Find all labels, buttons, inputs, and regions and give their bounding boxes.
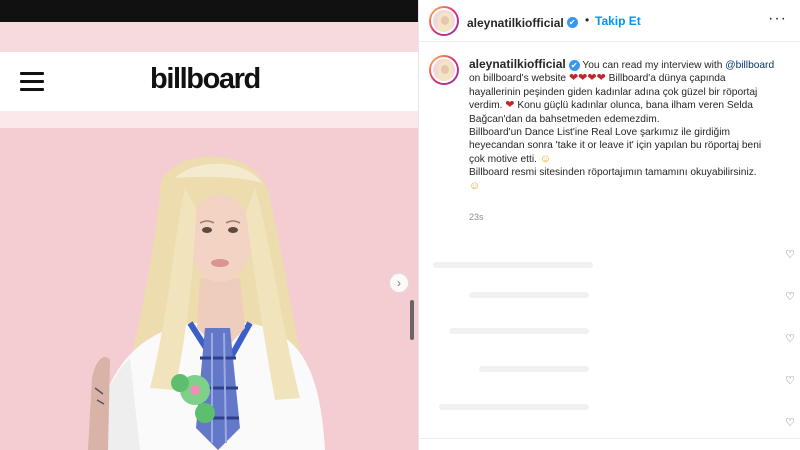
caption-text: Bağcan'dan da bahsetmeden edemezdim. [469,113,660,125]
verified-badge-icon: ✔ [566,17,578,29]
smile-emoji-icon: ☺ [469,179,481,192]
header-gap [0,112,418,128]
post-panel: aleynatilkiofficial ✔ • Takip Et ··· aley… [418,0,800,450]
like-comment-icon[interactable]: ♡ [785,332,795,345]
caption-text: çok motive etti. [469,153,537,165]
post-header: aleynatilkiofficial ✔ • Takip Et ··· [419,0,800,42]
caption-text: hayallerinin peşinden giden kadınlar adı… [469,86,758,98]
username-link[interactable]: aleynatilkiofficial ✔ [467,14,578,32]
caption-text: Konu güçlü kadınlar olunca, bana ilham v… [517,100,753,112]
billboard-logo: billboard [150,63,261,95]
post-media[interactable]: billboard › [0,0,418,450]
blurred-comment [439,404,589,410]
like-comment-icon[interactable]: ♡ [785,416,795,429]
caption-text: on billboard's website [469,73,567,85]
blurred-comment [479,366,589,372]
billboard-header: billboard [0,52,418,112]
caption-text: You can read my interview with [582,60,723,71]
portrait-illustration [0,128,418,450]
comments-list: ♡ ♡ ♡ ♡ ♡ [419,236,800,436]
post-caption: aleynatilkiofficial ✔ You can read my int… [469,57,794,193]
caption-text: verdim. [469,100,503,112]
like-comment-icon[interactable]: ♡ [785,248,795,261]
divider [419,438,800,439]
hamburger-menu-icon[interactable] [20,72,44,92]
caption-text: Billboard'a dünya çapında [608,73,726,85]
heart-emoji-icon: ❤❤❤❤ [568,72,606,85]
caption-avatar[interactable] [429,55,459,85]
blurred-comment [469,292,589,298]
more-options-icon[interactable]: ··· [768,10,787,28]
verified-badge-icon: ✔ [568,59,580,71]
pink-band [0,22,418,52]
heart-emoji-icon: ❤ [505,99,515,112]
like-comment-icon[interactable]: ♡ [785,374,795,387]
blurred-comment [433,262,593,268]
chevron-right-icon: › [397,276,401,290]
post-timestamp[interactable]: 23s [469,212,484,222]
follow-button[interactable]: Takip Et [595,14,641,28]
blurred-comment [449,328,589,334]
next-image-button[interactable]: › [389,273,409,293]
smile-emoji-icon: ☺ [539,152,552,165]
portrait-photo [0,128,418,450]
caption-text: Billboard resmi sitesinden röportajımın … [469,167,757,179]
separator-dot: • [585,13,590,27]
mention-link[interactable]: @billboard [725,60,774,71]
browser-top-bar [0,0,418,22]
scrollbar-thumb[interactable] [410,300,414,340]
like-comment-icon[interactable]: ♡ [785,290,795,303]
caption-text: Billboard'un Dance List'ine Real Love şa… [469,127,730,139]
avatar[interactable] [429,6,459,36]
username: aleynatilkiofficial [467,16,564,30]
caption-username[interactable]: aleynatilkiofficial [469,57,566,71]
caption-text: heyecandan sonra 'take it or leave it' i… [469,140,762,152]
